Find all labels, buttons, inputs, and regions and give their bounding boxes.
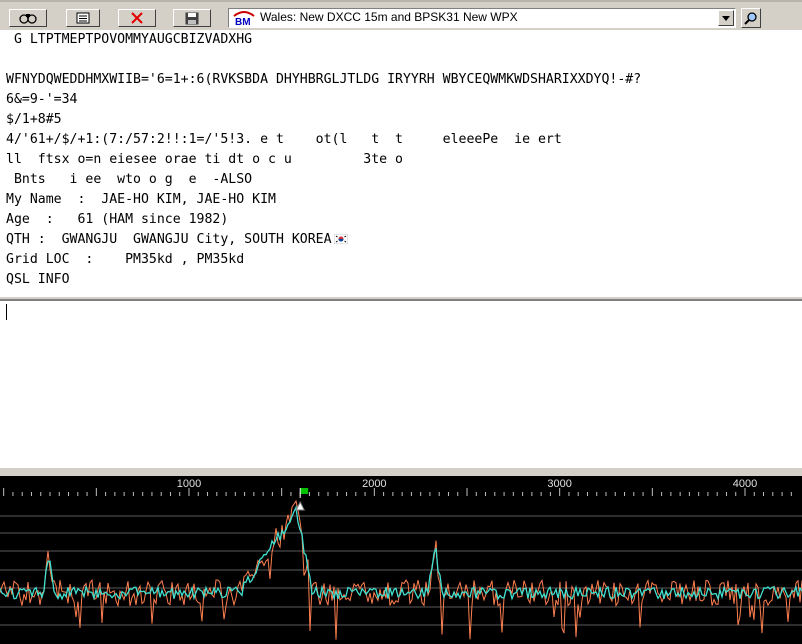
rx-line-7: ll ftsx o=n eiesee orae ti dt o c u 3te …: [6, 152, 403, 167]
rx-line-4: 6&=9-'=34: [6, 92, 78, 107]
text-caret: [6, 304, 7, 320]
tuning-cursor-flag[interactable]: [300, 488, 309, 494]
rx-line-13: QSL INFO: [6, 272, 70, 287]
svg-text:BM: BM: [235, 17, 251, 26]
rx-line-5: $/1+8#5: [6, 112, 62, 127]
save-button[interactable]: [173, 9, 211, 27]
log-button[interactable]: [66, 9, 100, 27]
magnifier-icon: [744, 12, 757, 25]
notepad-icon: [76, 12, 90, 24]
dx-alert-combobox[interactable]: BM Wales: New DXCC 15m and BPSK31 New WP…: [228, 8, 736, 28]
axis-tick-label: 4000: [733, 478, 757, 490]
axis-tick-label: 1000: [177, 478, 201, 490]
red-x-icon: [131, 12, 143, 24]
rx-line-11: QTH : GWANGJU GWANGJU City, SOUTH KOREA: [6, 231, 348, 249]
binoculars-button[interactable]: [9, 9, 47, 27]
spectrum-svg: 1000 2000 3000 4000: [0, 476, 802, 640]
toolbar: BM Wales: New DXCC 15m and BPSK31 New WP…: [0, 0, 802, 31]
rx-line-3: WFNYDQWEDDHMXWIIB='6=1+:6(RVKSBDA DHYHBR…: [6, 72, 642, 87]
binoculars-icon: [19, 14, 37, 24]
rx-line-8: Bnts i ee wto o g e -ALSO: [6, 172, 253, 187]
rx-line-10: Age : 61 (HAM since 1982): [6, 212, 229, 227]
rx-line-12: Grid LOC : PM35kd , PM35kd: [6, 252, 245, 267]
bm-logo-icon: BM: [232, 10, 256, 26]
korea-flag-icon: [333, 232, 348, 245]
receive-text-pane[interactable]: G LTPTMEPTPOVOMMYAUGCBIZVADXHG WFNYDQWED…: [0, 30, 802, 296]
clear-button[interactable]: [118, 9, 156, 27]
floppy-disk-icon: [185, 12, 199, 24]
dropdown-arrow-button[interactable]: [718, 10, 734, 26]
axis-tick-label: 2000: [362, 478, 386, 490]
panel-gap: [0, 468, 802, 476]
toolbar-top-edge: [0, 0, 802, 2]
spectrum-display[interactable]: 1000 2000 3000 4000: [0, 476, 802, 644]
rx-line-9: My Name : JAE-HO KIM, JAE-HO KIM: [6, 192, 276, 207]
chevron-down-icon: [722, 15, 730, 21]
rx-line-1: G LTPTMEPTPOVOMMYAUGCBIZVADXHG: [6, 32, 253, 47]
axis-tick-label: 3000: [547, 478, 571, 490]
dx-alert-text: Wales: New DXCC 15m and BPSK31 New WPX: [260, 10, 518, 24]
search-button[interactable]: [741, 8, 761, 28]
rx-qth-text: QTH : GWANGJU GWANGJU City, SOUTH KOREA: [6, 232, 332, 247]
rx-line-6: 4/'61+/$/+1:(7:/57:2!!:1=/'5!3. e t ot(l…: [6, 132, 562, 147]
transmit-text-pane[interactable]: [0, 300, 802, 468]
